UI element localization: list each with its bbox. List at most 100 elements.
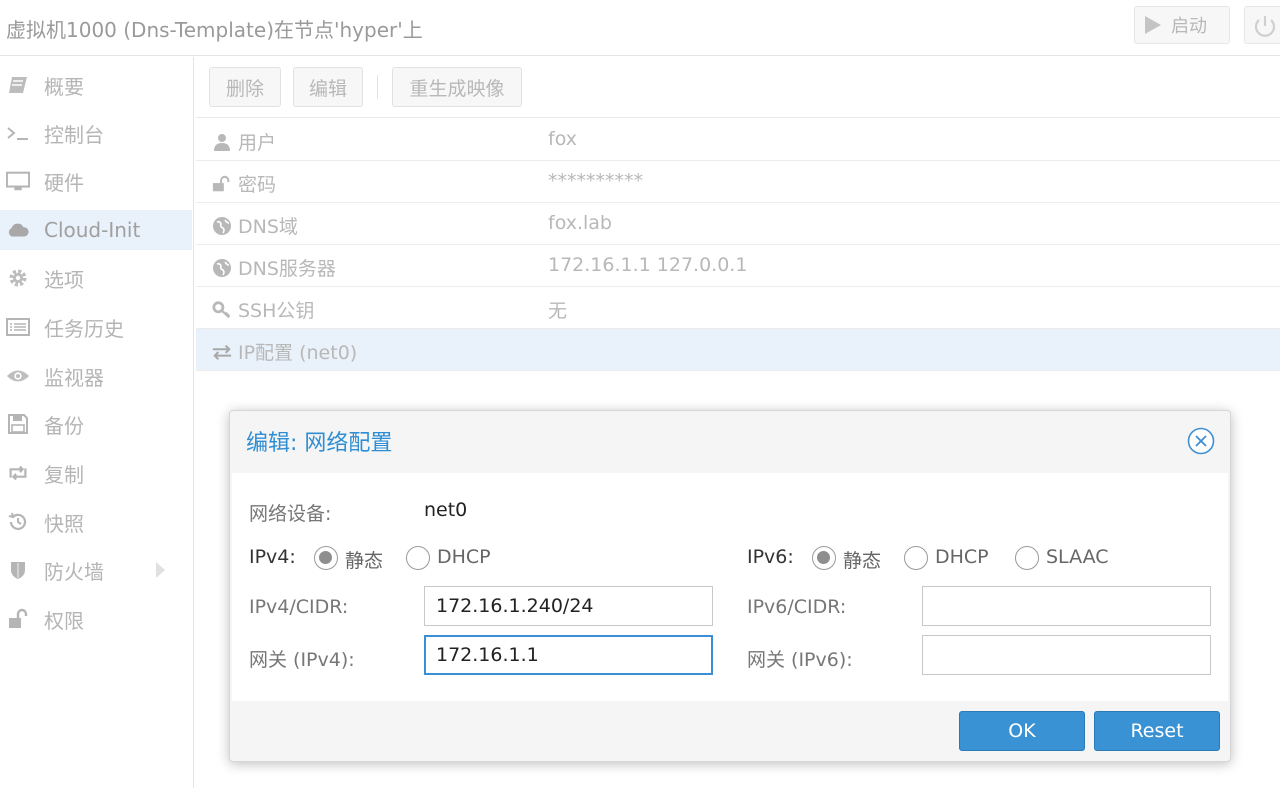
sidebar-item-label: 快照 [44, 511, 84, 536]
ipv4-gateway-input[interactable]: 172.16.1.1 [424, 635, 713, 675]
cloud-icon [6, 218, 30, 242]
grid-row-ip-config-net0[interactable]: IP配置 (net0) [196, 329, 1280, 371]
reset-button[interactable]: Reset [1094, 711, 1220, 751]
ipv6-gateway-label: 网关 (IPv6): [747, 649, 853, 671]
shutdown-button[interactable] [1244, 6, 1280, 44]
dialog-body: 网络设备: net0 IPv4: 静态 DHCP IPv6: 静态 DHCP S… [232, 473, 1228, 701]
sidebar-item-label: 控制台 [44, 122, 104, 147]
ok-button[interactable]: OK [959, 711, 1085, 751]
title-bar: 虚拟机1000 (Dns-Template)在节点'hyper'上 启动 [0, 0, 1280, 56]
shield-icon [6, 558, 30, 582]
ipv4-static-label: 静态 [345, 550, 384, 572]
sidebar-item-label: 硬件 [44, 170, 84, 195]
book-icon [6, 73, 30, 97]
sidebar-item-backup[interactable]: 备份 [0, 404, 192, 444]
unlock-icon [212, 174, 232, 194]
sidebar-item-cloud-init[interactable]: Cloud-Init [0, 210, 192, 250]
grid-value: 无 [548, 300, 568, 322]
sidebar-item-monitor[interactable]: 监视器 [0, 356, 192, 396]
start-button[interactable]: 启动 [1134, 6, 1230, 44]
sidebar-item-label: 备份 [44, 413, 84, 438]
network-device-label: 网络设备: [249, 503, 332, 525]
ipv4-cidr-label: IPv4/CIDR: [249, 596, 349, 618]
ipv6-mode-label: IPv6: [747, 546, 794, 568]
ipv6-dhcp-label: DHCP [935, 546, 989, 568]
grid-value: ********** [548, 170, 643, 192]
sidebar-item-snapshots[interactable]: 快照 [0, 502, 192, 542]
network-device-value: net0 [424, 499, 468, 521]
grid-row-dns-domain[interactable]: DNS域 fox.lab [196, 203, 1280, 245]
history-icon [6, 510, 30, 534]
sidebar-item-hardware[interactable]: 硬件 [0, 161, 192, 201]
ipv4-static-radio[interactable] [314, 546, 338, 570]
sidebar-item-label: 复制 [44, 462, 84, 487]
sidebar-item-permissions[interactable]: 权限 [0, 599, 192, 639]
grid-key: 密码 [238, 174, 277, 196]
grid-value: 172.16.1.1 127.0.0.1 [548, 254, 748, 276]
grid-row-password[interactable]: 密码 ********** [196, 161, 1280, 203]
floppy-icon [6, 412, 30, 436]
ipv6-slaac-radio[interactable] [1015, 546, 1039, 570]
dialog-footer: OK Reset [230, 701, 1230, 761]
ipv4-cidr-input[interactable]: 172.16.1.240/24 [424, 586, 713, 626]
edit-button[interactable]: 编辑 [293, 67, 363, 107]
sidebar-nav: 概要 控制台 硬件 Cloud-Init 选项 任务历史 监视器 备份 复制 快… [0, 57, 194, 788]
power-icon [1254, 16, 1276, 37]
globe-icon [212, 216, 232, 236]
user-icon [212, 132, 232, 152]
ipv6-static-label: 静态 [843, 550, 882, 572]
cloud-init-grid: 用户 fox 密码 ********** DNS域 fox.lab DNS服务器… [196, 119, 1280, 371]
toolbar: 删除 编辑 重生成映像 [196, 57, 1280, 118]
sidebar-item-replication[interactable]: 复制 [0, 453, 192, 493]
sidebar-item-label: 任务历史 [44, 316, 124, 341]
ipv6-static-radio[interactable] [812, 546, 836, 570]
toolbar-separator [377, 75, 378, 99]
key-icon [212, 300, 232, 320]
chevron-right-icon[interactable] [156, 562, 165, 578]
close-icon[interactable] [1187, 427, 1215, 455]
grid-key: DNS服务器 [238, 258, 336, 280]
sidebar-item-options[interactable]: 选项 [0, 258, 192, 298]
gear-icon [6, 266, 30, 290]
unlock-icon [6, 607, 30, 631]
monitor-icon [6, 169, 30, 193]
ipv6-cidr-input[interactable] [922, 586, 1211, 626]
grid-row-ssh-key[interactable]: SSH公钥 无 [196, 287, 1280, 329]
grid-key: DNS域 [238, 216, 298, 238]
list-icon [6, 315, 30, 339]
ipv6-dhcp-radio[interactable] [904, 546, 928, 570]
grid-value: fox.lab [548, 212, 612, 234]
sidebar-item-label: 监视器 [44, 365, 104, 390]
grid-value: fox [548, 128, 577, 150]
sidebar-item-label: 防火墙 [44, 559, 104, 584]
window-title: 虚拟机1000 (Dns-Template)在节点'hyper'上 [6, 18, 423, 42]
ipv6-cidr-label: IPv6/CIDR: [747, 596, 847, 618]
dialog-title: 编辑: 网络配置 [246, 431, 393, 456]
ipv4-gateway-label: 网关 (IPv4): [249, 649, 355, 671]
sidebar-item-summary[interactable]: 概要 [0, 65, 192, 105]
ipv6-slaac-label: SLAAC [1046, 546, 1109, 568]
start-button-label: 启动 [1171, 16, 1207, 37]
grid-key: IP配置 (net0) [238, 342, 358, 364]
sidebar-item-task-history[interactable]: 任务历史 [0, 307, 192, 347]
remove-button[interactable]: 删除 [209, 67, 281, 107]
play-icon [1145, 16, 1161, 34]
sidebar-item-label: 选项 [44, 267, 84, 292]
sidebar-item-label: 概要 [44, 74, 84, 99]
grid-key: SSH公钥 [238, 300, 315, 322]
sidebar-item-label: Cloud-Init [44, 218, 141, 242]
regenerate-image-button[interactable]: 重生成映像 [392, 67, 522, 107]
ipv4-dhcp-radio[interactable] [406, 546, 430, 570]
sidebar-item-console[interactable]: 控制台 [0, 113, 192, 153]
terminal-icon [6, 121, 30, 145]
globe-icon [212, 258, 232, 278]
ipv6-gateway-input[interactable] [922, 635, 1211, 675]
grid-row-user[interactable]: 用户 fox [196, 119, 1280, 161]
sidebar-item-firewall[interactable]: 防火墙 [0, 550, 192, 590]
grid-row-dns-servers[interactable]: DNS服务器 172.16.1.1 127.0.0.1 [196, 245, 1280, 287]
sidebar-item-label: 权限 [44, 608, 84, 633]
ipv4-mode-label: IPv4: [249, 546, 296, 568]
retweet-icon [6, 461, 30, 485]
eye-icon [6, 364, 30, 388]
edit-network-dialog: 编辑: 网络配置 网络设备: net0 IPv4: 静态 DHCP IPv6: … [229, 410, 1231, 762]
